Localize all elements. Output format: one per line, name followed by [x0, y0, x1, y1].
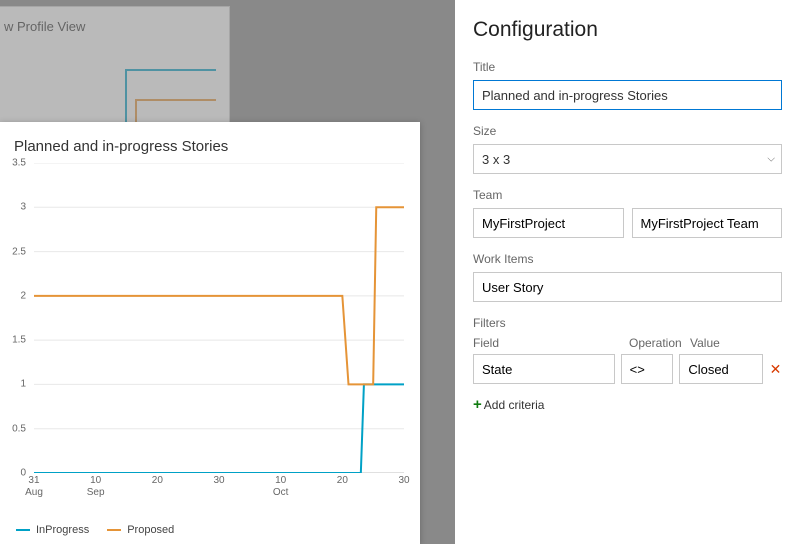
- chevron-down-icon: ⌵: [767, 154, 775, 165]
- label-filters: Filters: [473, 316, 782, 330]
- configuration-panel: Configuration Title Size 3 x 3 ⌵ Team My…: [455, 0, 800, 544]
- chart-preview-card: Planned and in-progress Stories 00.511.5…: [0, 122, 420, 544]
- title-input[interactable]: [473, 80, 782, 110]
- chart-plot: [34, 163, 404, 473]
- chart-y-axis-labels: 00.511.522.533.5: [2, 163, 26, 473]
- chart-title: Planned and in-progress Stories: [0, 122, 420, 163]
- legend-item-inprogress: InProgress: [16, 524, 89, 536]
- filter-field-select[interactable]: State: [473, 354, 615, 384]
- legend-swatch-inprogress: [16, 529, 30, 531]
- team-project-select[interactable]: MyFirstProject: [473, 208, 624, 238]
- legend-label-proposed: Proposed: [127, 524, 174, 536]
- chart-area: 00.511.522.533.5 31Aug10Sep203010Oct2030: [18, 163, 410, 493]
- label-title: Title: [473, 60, 782, 74]
- config-heading: Configuration: [473, 18, 782, 42]
- filters-header-operation: Operation: [629, 336, 684, 350]
- team-name-select[interactable]: MyFirstProject Team: [632, 208, 783, 238]
- add-criteria-label: Add criteria: [484, 398, 545, 412]
- legend-item-proposed: Proposed: [107, 524, 174, 536]
- work-items-select[interactable]: User Story: [473, 272, 782, 302]
- legend-swatch-proposed: [107, 529, 121, 531]
- filter-row: State <> Closed ✕: [473, 354, 782, 384]
- filters-header-value: Value: [690, 336, 778, 350]
- legend-label-inprogress: InProgress: [36, 524, 89, 536]
- label-team: Team: [473, 188, 782, 202]
- remove-filter-icon[interactable]: ✕: [769, 361, 782, 378]
- size-dropdown[interactable]: 3 x 3 ⌵: [473, 144, 782, 174]
- filter-operation-select[interactable]: <>: [621, 354, 674, 384]
- filter-value-select[interactable]: Closed: [679, 354, 763, 384]
- plus-icon: +: [473, 396, 482, 413]
- label-size: Size: [473, 124, 782, 138]
- size-dropdown-value: 3 x 3: [482, 152, 510, 167]
- label-work-items: Work Items: [473, 252, 782, 266]
- add-criteria-button[interactable]: + Add criteria: [473, 396, 782, 413]
- chart-legend: InProgress Proposed: [16, 524, 174, 536]
- filters-header-field: Field: [473, 336, 623, 350]
